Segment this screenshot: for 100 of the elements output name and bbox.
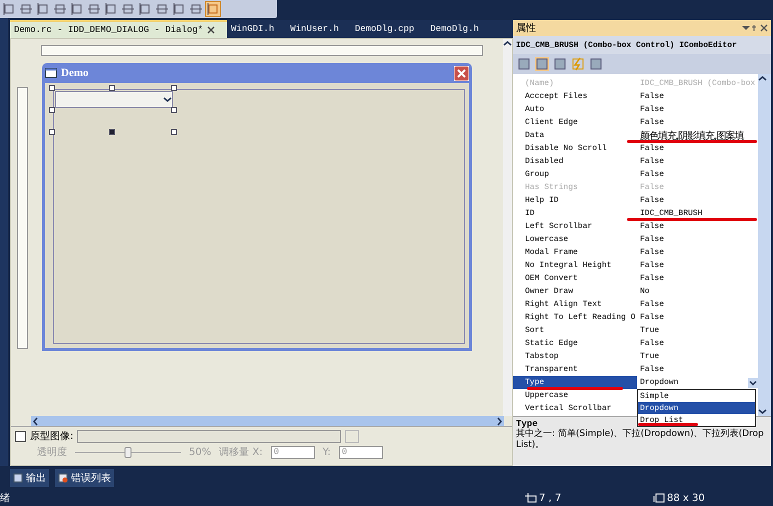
- document-tab[interactable]: DemoDlg.h: [426, 20, 491, 38]
- size-icon: [653, 493, 665, 503]
- property-value[interactable]: False: [640, 196, 664, 205]
- property-name[interactable]: Auto: [513, 103, 637, 116]
- object-selector[interactable]: IDC_CMB_BRUSH (Combo-box Control) IComboEditor: [513, 36, 771, 54]
- property-name[interactable]: Transparent: [513, 363, 637, 376]
- property-name[interactable]: Static Edge: [513, 337, 637, 350]
- checkbox-label: 原型图像:: [30, 430, 74, 443]
- guides-icon[interactable]: [206, 2, 220, 16]
- status-text: 绪: [0, 492, 10, 505]
- align-left-icon[interactable]: [2, 2, 16, 16]
- property-name[interactable]: Acccept Files: [513, 90, 637, 103]
- selection-handle[interactable]: [49, 129, 55, 135]
- property-name[interactable]: Modal Frame: [513, 246, 637, 259]
- opacity-reading: 50%: [189, 446, 212, 458]
- horizontal-scrollbar[interactable]: [31, 416, 504, 426]
- property-value[interactable]: False: [640, 235, 664, 244]
- property-value[interactable]: False: [640, 365, 664, 374]
- selection-handle[interactable]: [49, 85, 55, 91]
- document-tab[interactable]: WinUser.h: [286, 20, 351, 38]
- dropdown-arrow-icon[interactable]: [748, 378, 758, 388]
- property-name[interactable]: No Integral Height: [513, 259, 637, 272]
- description-text: 其中之一: 简单(Simple)、下拉(Dropdown)、下拉列表(Drop List)。: [516, 429, 764, 450]
- property-name[interactable]: Left Scrollbar: [513, 220, 637, 233]
- property-name[interactable]: Help ID: [513, 194, 637, 207]
- property-name[interactable]: ID: [513, 207, 637, 220]
- panel-tab[interactable]: 输出: [10, 469, 49, 487]
- property-value[interactable]: False: [640, 118, 664, 127]
- pages-icon[interactable]: [589, 57, 603, 71]
- offset-label: 调移量 X:: [219, 446, 263, 459]
- document-tab[interactable]: DemoDlg.cpp: [350, 20, 426, 38]
- property-value[interactable]: 颜色填充,阴影填充,图案填: [640, 128, 744, 142]
- dropdown-option[interactable]: Dropdown: [638, 402, 755, 414]
- panel-title: 属性: [516, 22, 537, 35]
- property-value[interactable]: False: [640, 170, 664, 179]
- dialog-title: Demo: [61, 67, 90, 79]
- property-name[interactable]: Data: [513, 129, 637, 142]
- checkbox[interactable]: [15, 430, 26, 442]
- property-name[interactable]: Tabstop: [513, 350, 637, 363]
- property-value[interactable]: False: [640, 274, 664, 283]
- property-value[interactable]: Dropdown: [640, 378, 678, 387]
- property-name[interactable]: Owner Draw: [513, 285, 637, 298]
- position-reading: 7 , 7: [539, 492, 562, 504]
- selection-handle[interactable]: [49, 107, 55, 113]
- size-reading: 88 x 30: [667, 492, 705, 504]
- property-value[interactable]: False: [640, 222, 664, 231]
- output-icon: [13, 473, 23, 483]
- opacity-slider[interactable]: [75, 447, 181, 457]
- window-icon: [45, 68, 57, 78]
- property-value[interactable]: No: [640, 287, 650, 296]
- property-name[interactable]: Lowercase: [513, 233, 637, 246]
- selection-handle[interactable]: [171, 85, 177, 91]
- property-name[interactable]: Sort: [513, 324, 637, 337]
- sorted-icon[interactable]: [535, 57, 549, 71]
- property-value[interactable]: False: [640, 157, 664, 166]
- document-tab[interactable]: WinGDI.h: [227, 20, 286, 38]
- close-icon: [207, 26, 216, 34]
- opacity-label: 透明度: [37, 446, 67, 459]
- panel-tab[interactable]: 错误列表: [55, 469, 114, 487]
- chevron-down-icon[interactable]: [163, 95, 172, 104]
- close-icon[interactable]: [760, 24, 768, 32]
- close-button[interactable]: [454, 66, 469, 80]
- property-name[interactable]: Group: [513, 168, 637, 181]
- property-value[interactable]: False: [640, 248, 664, 257]
- property-name[interactable]: Uppercase: [513, 389, 637, 402]
- property-value[interactable]: True: [640, 326, 660, 335]
- slider-thumb[interactable]: [124, 447, 132, 458]
- chevron-down-icon[interactable]: [758, 407, 767, 416]
- properties-icon[interactable]: [553, 57, 567, 71]
- chevron-up-icon[interactable]: [758, 74, 767, 83]
- document-tab[interactable]: Demo.rc - IDD_DEMO_DIALOG - Dialog*: [10, 20, 228, 38]
- selection-handle[interactable]: [109, 129, 115, 135]
- image-path-field[interactable]: [77, 430, 342, 442]
- property-name[interactable]: Right To Left Reading O: [513, 311, 637, 324]
- categorized-icon[interactable]: [517, 57, 531, 71]
- property-name[interactable]: OEM Convert: [513, 272, 637, 285]
- property-name[interactable]: Right Align Text: [513, 298, 637, 311]
- chevron-left-icon[interactable]: [31, 416, 40, 426]
- property-value[interactable]: False: [640, 313, 664, 322]
- property-value[interactable]: IDC_CMB_BRUSH: [640, 209, 702, 218]
- property-value[interactable]: False: [640, 105, 664, 114]
- property-name[interactable]: Disable No Scroll: [513, 142, 637, 155]
- selection-handle[interactable]: [171, 129, 177, 135]
- property-value[interactable]: False: [640, 261, 664, 270]
- y-label: Y:: [322, 446, 331, 458]
- error-list-icon: [58, 473, 68, 483]
- property-value[interactable]: True: [640, 352, 660, 361]
- property-value[interactable]: False: [640, 339, 664, 348]
- chevron-right-icon[interactable]: [495, 416, 504, 426]
- chevron-up-icon[interactable]: [503, 39, 512, 48]
- property-value[interactable]: False: [640, 92, 664, 101]
- selection-handle[interactable]: [109, 85, 115, 91]
- property-name[interactable]: Vertical Scrollbar: [513, 402, 637, 415]
- property-value[interactable]: False: [640, 300, 664, 309]
- position-icon: [525, 493, 537, 503]
- selection-handle[interactable]: [171, 107, 177, 113]
- property-name[interactable]: Disabled: [513, 155, 637, 168]
- description-title: Type: [516, 419, 538, 429]
- property-name[interactable]: Client Edge: [513, 116, 637, 129]
- property-value[interactable]: False: [640, 144, 664, 153]
